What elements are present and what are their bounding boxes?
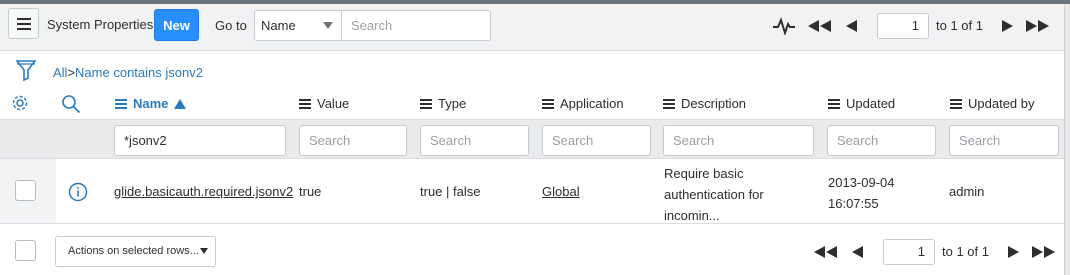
row-type: true | false bbox=[420, 184, 481, 199]
previous-page-icon[interactable] bbox=[848, 242, 866, 262]
new-button[interactable]: New bbox=[154, 9, 199, 41]
column-updated-by[interactable]: Updated by bbox=[950, 96, 1035, 111]
column-name[interactable]: Name bbox=[115, 96, 187, 111]
column-value[interactable]: Value bbox=[299, 96, 349, 111]
name-filter-input[interactable]: *jsonv2 bbox=[114, 125, 286, 156]
updated-by-filter-input[interactable]: Search bbox=[949, 125, 1059, 156]
updated-filter-input[interactable]: Search bbox=[827, 125, 936, 156]
next-page-icon[interactable] bbox=[998, 16, 1016, 36]
application-filter-input[interactable]: Search bbox=[542, 125, 651, 156]
pulse-icon[interactable] bbox=[772, 15, 796, 37]
row-updated: 2013-09-04 16:07:55 bbox=[828, 175, 895, 211]
column-search-row: *jsonv2 Search Search Search Search Sear… bbox=[0, 119, 1064, 159]
row-value: true bbox=[299, 184, 322, 199]
goto-field-value: Name bbox=[261, 18, 296, 33]
column-menu-icon bbox=[663, 98, 675, 109]
type-filter-input[interactable]: Search bbox=[420, 125, 529, 156]
last-page-icon[interactable] bbox=[1030, 242, 1058, 262]
select-all-checkbox[interactable] bbox=[15, 240, 36, 261]
table-row: glide.basicauth.required.jsonv2 true tru… bbox=[0, 159, 1064, 224]
info-icon[interactable] bbox=[67, 181, 89, 203]
column-application-label: Application bbox=[560, 96, 624, 111]
footer-page-range-text: to 1 of 1 bbox=[942, 244, 989, 259]
row-name-link[interactable]: glide.basicauth.required.jsonv2 bbox=[114, 184, 293, 199]
goto-field-select[interactable]: Name bbox=[254, 10, 342, 41]
column-description[interactable]: Description bbox=[663, 96, 746, 111]
description-filter-input[interactable]: Search bbox=[663, 125, 814, 156]
sort-ascending-icon bbox=[174, 98, 187, 109]
page-number-input[interactable]: 1 bbox=[877, 13, 929, 39]
breadcrumb-condition[interactable]: Name contains jsonv2 bbox=[75, 65, 203, 80]
column-updated[interactable]: Updated bbox=[828, 96, 895, 111]
breadcrumb-all[interactable]: All bbox=[53, 65, 67, 80]
next-page-icon[interactable] bbox=[1004, 242, 1022, 262]
gear-icon[interactable] bbox=[9, 92, 31, 114]
footer-page-number-input[interactable]: 1 bbox=[883, 239, 935, 265]
caret-down-icon bbox=[323, 22, 333, 29]
column-application[interactable]: Application bbox=[542, 96, 624, 111]
last-page-icon[interactable] bbox=[1024, 16, 1052, 36]
funnel-icon[interactable] bbox=[15, 58, 37, 82]
column-description-label: Description bbox=[681, 96, 747, 111]
column-menu-icon bbox=[950, 98, 962, 109]
scrollbar[interactable] bbox=[1064, 4, 1070, 275]
column-type-label: Type bbox=[438, 96, 467, 111]
row-checkbox[interactable] bbox=[15, 180, 36, 201]
first-page-icon[interactable] bbox=[807, 16, 833, 36]
breadcrumb: All>Name contains jsonv2 bbox=[53, 65, 203, 80]
column-menu-icon bbox=[420, 98, 432, 109]
column-updated-label: Updated bbox=[846, 96, 896, 111]
page-title: System Properties bbox=[47, 17, 154, 32]
previous-page-icon[interactable] bbox=[842, 16, 860, 36]
value-filter-input[interactable]: Search bbox=[299, 125, 407, 156]
column-value-label: Value bbox=[317, 96, 350, 111]
search-input[interactable]: Search bbox=[341, 10, 491, 41]
search-placeholder: Search bbox=[351, 18, 393, 33]
column-updated-by-label: Updated by bbox=[968, 96, 1035, 111]
page-range-text: to 1 of 1 bbox=[936, 18, 983, 33]
column-header-row: Name Value Type Application Description … bbox=[0, 88, 1064, 119]
column-name-label: Name bbox=[133, 96, 169, 111]
row-description: Require basic authentication for incomin… bbox=[664, 166, 764, 223]
column-menu-icon bbox=[542, 98, 554, 109]
goto-label: Go to bbox=[215, 18, 247, 33]
column-menu-icon bbox=[115, 98, 127, 109]
magnifier-icon[interactable] bbox=[60, 93, 82, 115]
row-updated-by: admin bbox=[949, 184, 985, 199]
hamburger-icon bbox=[16, 17, 31, 30]
actions-select[interactable]: Actions on selected rows... bbox=[55, 236, 216, 267]
column-menu-icon bbox=[828, 98, 840, 109]
first-page-icon[interactable] bbox=[813, 242, 839, 262]
column-menu-icon bbox=[299, 98, 311, 109]
actions-select-label: Actions on selected rows... bbox=[68, 245, 199, 257]
column-type[interactable]: Type bbox=[420, 96, 466, 111]
breadcrumb-separator: > bbox=[67, 65, 76, 80]
caret-down-icon bbox=[200, 248, 208, 254]
list-menu-button[interactable] bbox=[8, 8, 39, 39]
row-application-link[interactable]: Global bbox=[542, 184, 580, 199]
